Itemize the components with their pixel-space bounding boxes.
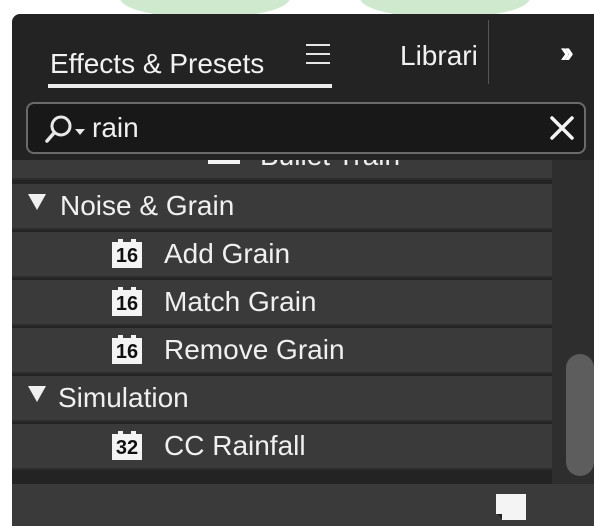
16-bit-icon: 16: [112, 335, 142, 364]
16-bit-icon: 16: [112, 287, 142, 316]
effects-presets-panel: Effects & Presets Librari ›› fx Bullet T…: [12, 14, 594, 526]
16-bit-icon: 16: [112, 239, 142, 268]
search-box: [26, 102, 586, 154]
list-item-label: Remove Grain: [164, 334, 345, 365]
panel-tab-bar: Effects & Presets Librari ››: [12, 14, 594, 94]
tab-divider: [488, 20, 489, 84]
group-noise-grain[interactable]: Noise & Grain: [12, 184, 552, 230]
new-item-icon[interactable]: [490, 490, 534, 526]
tab-effects-presets-label: Effects & Presets: [50, 48, 265, 79]
group-simulation[interactable]: Simulation: [12, 376, 552, 422]
list-item-add-grain[interactable]: 16 Add Grain: [12, 232, 552, 278]
group-label: Simulation: [58, 382, 189, 413]
list-item-label: Add Grain: [164, 238, 291, 269]
effects-list: fx Bullet Train Noise & Grain 16 Add Gra…: [12, 160, 552, 480]
search-icon[interactable]: [44, 114, 90, 144]
search-input[interactable]: [92, 108, 522, 148]
list-item-label: Match Grain: [164, 286, 317, 317]
panel-footer: [12, 484, 594, 526]
tab-libraries[interactable]: Librari: [400, 36, 488, 76]
active-tab-indicator: [48, 84, 332, 88]
fx-preset-icon: fx: [208, 160, 240, 164]
close-icon[interactable]: [550, 116, 574, 140]
list-item-bullet-train[interactable]: fx Bullet Train: [12, 160, 552, 180]
double-chevron-right-icon[interactable]: ››: [560, 36, 574, 70]
list-item-label: Bullet Train: [260, 160, 400, 172]
list-item-match-grain[interactable]: 16 Match Grain: [12, 280, 552, 326]
hamburger-menu-icon[interactable]: [306, 44, 330, 66]
list-item-cc-rainfall[interactable]: 32 CC Rainfall: [12, 424, 552, 470]
scrollbar-track[interactable]: [552, 160, 594, 484]
expand-triangle-icon[interactable]: [28, 194, 46, 210]
32-bit-icon: 32: [112, 431, 142, 460]
list-item-remove-grain[interactable]: 16 Remove Grain: [12, 328, 552, 374]
list-item-label: CC Rainfall: [164, 430, 306, 461]
group-label: Noise & Grain: [60, 190, 235, 221]
tab-effects-presets[interactable]: Effects & Presets: [50, 38, 264, 86]
scrollbar-thumb[interactable]: [566, 354, 594, 476]
expand-triangle-icon[interactable]: [28, 386, 46, 402]
